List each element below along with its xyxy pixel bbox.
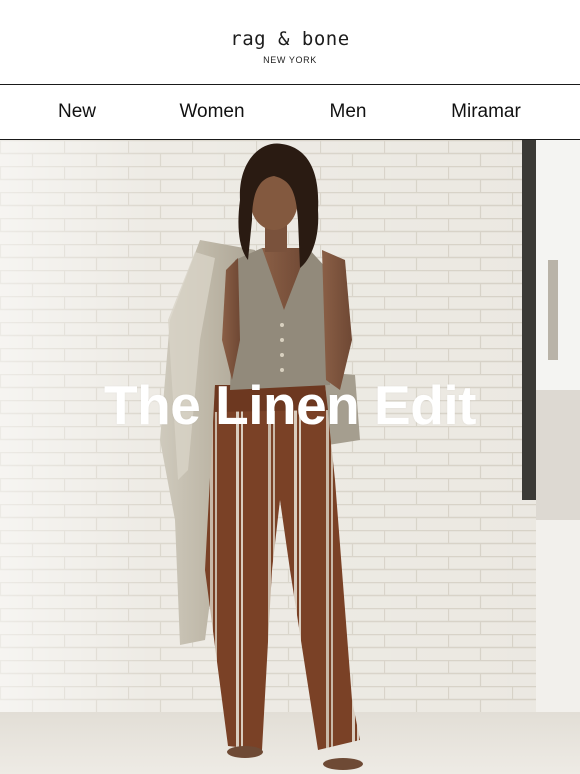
brand-logo[interactable]: rag & bone — [0, 28, 580, 50]
brand-location: NEW YORK — [263, 55, 317, 65]
header: rag & bone NEW YORK — [0, 0, 580, 85]
hero-title: The Linen Edit — [104, 374, 476, 436]
nav-item-miramar[interactable]: Miramar — [451, 85, 521, 139]
nav-item-women[interactable]: Women — [179, 85, 244, 139]
hero-image — [0, 140, 580, 774]
nav-item-new[interactable]: New — [58, 85, 96, 139]
nav-item-men[interactable]: Men — [330, 85, 367, 139]
email-page: rag & bone NEW YORK New Women Men Mirama… — [0, 0, 580, 774]
hero-banner[interactable]: The Linen Edit — [0, 140, 580, 774]
main-nav: New Women Men Miramar — [0, 85, 580, 140]
